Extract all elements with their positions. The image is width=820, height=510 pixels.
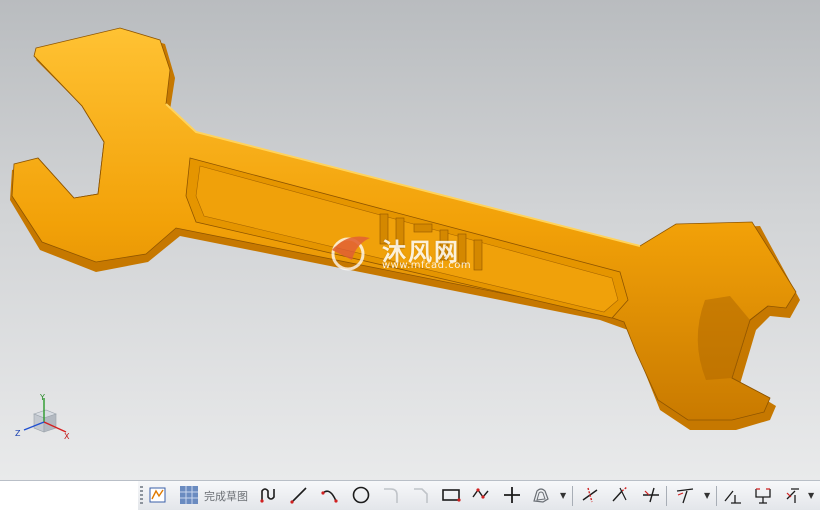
triad-z-label: Z	[15, 429, 21, 438]
chamfer-icon	[414, 488, 428, 503]
rectangle-icon	[442, 489, 461, 502]
mirror-button[interactable]	[722, 484, 744, 506]
toolbar-separator	[666, 486, 667, 506]
finish-sketch-label[interactable]: 完成草图	[204, 488, 248, 504]
make-corner-icon	[643, 487, 659, 503]
polygon-icon	[472, 488, 489, 499]
triad-y-label: Y	[39, 393, 45, 402]
view-triad[interactable]: Y X Z	[12, 392, 76, 450]
watermark-url: www.mfcad.com	[382, 260, 472, 271]
sketch-icon	[149, 487, 166, 503]
auto-constrain-dropdown-icon[interactable]: ▼	[808, 491, 814, 500]
arc-icon	[321, 490, 338, 503]
circle-icon	[352, 486, 370, 504]
mirror-icon	[724, 490, 741, 504]
quick-trim-button[interactable]	[579, 484, 601, 506]
line-icon	[290, 487, 307, 504]
watermark: 沐风网 www.mfcad.com	[326, 230, 496, 280]
auto-constrain-icon	[786, 488, 799, 503]
arc-button[interactable]	[319, 484, 341, 506]
dimension-button[interactable]	[752, 484, 774, 506]
toolbar-grip[interactable]	[140, 486, 143, 506]
circle-button[interactable]	[350, 484, 372, 506]
sketch-grid-icon	[180, 486, 198, 504]
offset-dropdown-icon[interactable]: ▼	[560, 491, 566, 500]
point-icon	[504, 487, 520, 503]
chamfer-button[interactable]	[410, 484, 432, 506]
rectangle-button[interactable]	[440, 484, 462, 506]
make-corner-button[interactable]	[640, 484, 662, 506]
quick-extend-button[interactable]	[609, 484, 631, 506]
toolbar-separator	[572, 486, 573, 506]
watermark-logo-icon	[331, 236, 370, 271]
constraint-icon	[676, 488, 694, 504]
fillet-icon	[384, 488, 398, 503]
quick-extend-icon	[612, 486, 628, 502]
triad-x-label: X	[64, 432, 70, 441]
profile-icon	[260, 488, 275, 503]
graphics-viewport[interactable]: 沐风网 www.mfcad.com Y X Z	[0, 0, 820, 480]
sketch-toolbar: 完成草图 ▼ ▼ ▼	[0, 480, 820, 510]
profile-button[interactable]	[258, 484, 280, 506]
line-button[interactable]	[288, 484, 310, 506]
offset-curve-button[interactable]	[530, 484, 552, 506]
point-button[interactable]	[501, 484, 523, 506]
auto-constrain-button[interactable]	[782, 484, 804, 506]
dimension-icon	[755, 488, 771, 504]
quick-trim-icon	[582, 487, 598, 503]
constraint-dropdown-icon[interactable]: ▼	[704, 491, 710, 500]
sketch-button[interactable]	[147, 484, 169, 506]
toolbar-separator	[716, 486, 717, 506]
sketch-grid-button[interactable]	[178, 484, 200, 506]
constraint-button[interactable]	[674, 484, 696, 506]
offset-curve-icon	[533, 488, 549, 503]
toolbar-blank-area	[0, 481, 138, 510]
fillet-button[interactable]	[380, 484, 402, 506]
polygon-button[interactable]	[470, 484, 492, 506]
